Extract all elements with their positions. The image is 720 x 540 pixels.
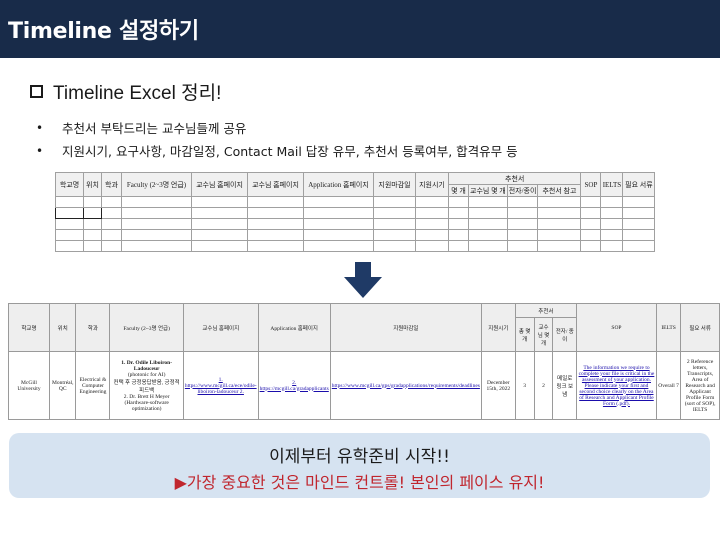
banner-line-2: ▶가장 중요한 것은 마인드 컨트롤! 본인의 페이스 유지!: [174, 473, 545, 492]
table-header: 위치: [83, 172, 102, 197]
table-group-header: 추천서: [447, 172, 582, 185]
callout-banner: 이제부터 유학준비 시작!! ▶가장 중요한 것은 마인드 컨트롤! 본인의 페…: [9, 433, 710, 498]
section-heading: Timeline Excel 정리!: [30, 78, 221, 105]
table-row: McGill University Montréal, QC Electrica…: [8, 351, 720, 420]
bullet-mark: •: [36, 120, 44, 135]
table-row: [55, 229, 656, 241]
cell-faculty: 1. Dr. Odile Liboiron-Ladouceur (photoni…: [109, 351, 184, 420]
cell-sop[interactable]: The information we require to complete y…: [576, 351, 657, 420]
table-header: 학교명: [8, 303, 50, 352]
table-subheader: 총 몇 개: [514, 317, 535, 352]
title-bar: Timeline 설정하기: [0, 0, 720, 58]
bullet-text: 지원시기, 요구사항, 마감일정, Contact Mail 답장 유무, 추천…: [62, 144, 518, 159]
cell-prof-homepage-link[interactable]: 1. https://www.mcgill.ca/ece/odile-liboi…: [182, 351, 259, 420]
faculty-1-note2: 컨택 후 긍정응답받음, 긍정적 피드백: [113, 379, 180, 394]
table-header: 필요 서류: [622, 172, 656, 197]
table-header: SOP: [580, 172, 602, 197]
table-row: [55, 196, 656, 208]
table-subheader: 추천서 참고: [537, 184, 582, 197]
table-header: 교수님 홈페이지: [182, 303, 259, 352]
slide-title: Timeline 설정하기: [8, 19, 199, 44]
cell-period: December 15th, 2022: [480, 351, 516, 420]
table-group-header: 추천서: [514, 303, 578, 318]
table-row: [55, 218, 656, 230]
faculty-1: 1. Dr. Odile Liboiron-Ladouceur: [121, 359, 173, 372]
table-header: 지원시기: [415, 172, 449, 197]
down-arrow-icon: [344, 262, 382, 298]
table-header: 필요 서류: [680, 303, 720, 352]
table-header: 학교명: [55, 172, 84, 197]
table-header: 교수님 홈페이지: [247, 172, 304, 197]
table-header: IELTS: [600, 172, 624, 197]
list-item: • 지원시기, 요구사항, 마감일정, Contact Mail 답장 유무, 추…: [36, 139, 518, 162]
table-header: SOP: [576, 303, 657, 352]
cell-rec-type: 메일로 링크 보냄: [552, 351, 578, 420]
cell-department: Electrical & Computer Engineering: [75, 351, 111, 420]
table-subheader: 교수 님 몇 개: [533, 317, 554, 352]
bullet-mark: •: [36, 143, 44, 158]
list-item: • 추천서 부탁드리는 교수님들께 공유: [36, 116, 518, 139]
cell-location: Montréal, QC: [48, 351, 77, 420]
faculty-2: 2. Dr. Brett H Meyer (Hardware-software …: [123, 393, 170, 412]
table-subheader: 교수님 몇 개: [468, 184, 508, 197]
detail-table: 학교명 위치 학과 Faculty (2~3명 언급) 교수님 홈페이지 App…: [8, 303, 720, 420]
table-header: 교수님 홈페이지: [191, 172, 248, 197]
table-header: 지원마감일: [329, 303, 482, 352]
cell-school: McGill University: [8, 351, 50, 420]
table-row: [55, 240, 656, 252]
table-subheader: 몇 개: [448, 184, 469, 197]
table-header: Application 홈페이지: [303, 172, 374, 197]
template-table: 학교명 위치 학과 Faculty (2~3명 언급) 교수님 홈페이지 교수님…: [55, 172, 656, 252]
cell-app-homepage-link[interactable]: 2. https://mcgill.ca/gradapplicants: [257, 351, 331, 420]
table-header: Faculty (2~3명 언급): [109, 303, 184, 352]
table-header: Application 홈페이지: [257, 303, 331, 352]
table-header: 지원시기: [480, 303, 516, 352]
bullet-text: 추천서 부탁드리는 교수님들께 공유: [62, 121, 247, 136]
section-heading-text: Timeline Excel 정리!: [53, 83, 222, 104]
table-header: 지원마감일: [373, 172, 416, 197]
banner-line-1: 이제부터 유학준비 시작!!: [269, 447, 450, 467]
table-row: [55, 207, 656, 219]
checkbox-icon: [30, 85, 43, 98]
table-subheader: 전자/종이: [506, 184, 539, 197]
table-header: 학과: [75, 303, 111, 352]
table-header: 위치: [48, 303, 77, 352]
cell-rec-total: 3: [514, 351, 535, 420]
cell-deadline-link[interactable]: https://www.mcgill.ca/gps/gradapplicatio…: [329, 351, 482, 420]
table-subheader: 전자/ 종이: [552, 317, 578, 352]
cell-ielts: Overall 7: [655, 351, 682, 420]
bullet-list: • 추천서 부탁드리는 교수님들께 공유 • 지원시기, 요구사항, 마감일정, C…: [36, 116, 518, 162]
cell-rec-prof: 2: [533, 351, 554, 420]
table-header: IELTS: [655, 303, 682, 352]
table-header: Faculty (2~3명 언급): [121, 172, 192, 197]
cell-documents: 2 Reference letters, Transcripts, Area o…: [680, 351, 720, 420]
table-header: 학과: [101, 172, 122, 197]
